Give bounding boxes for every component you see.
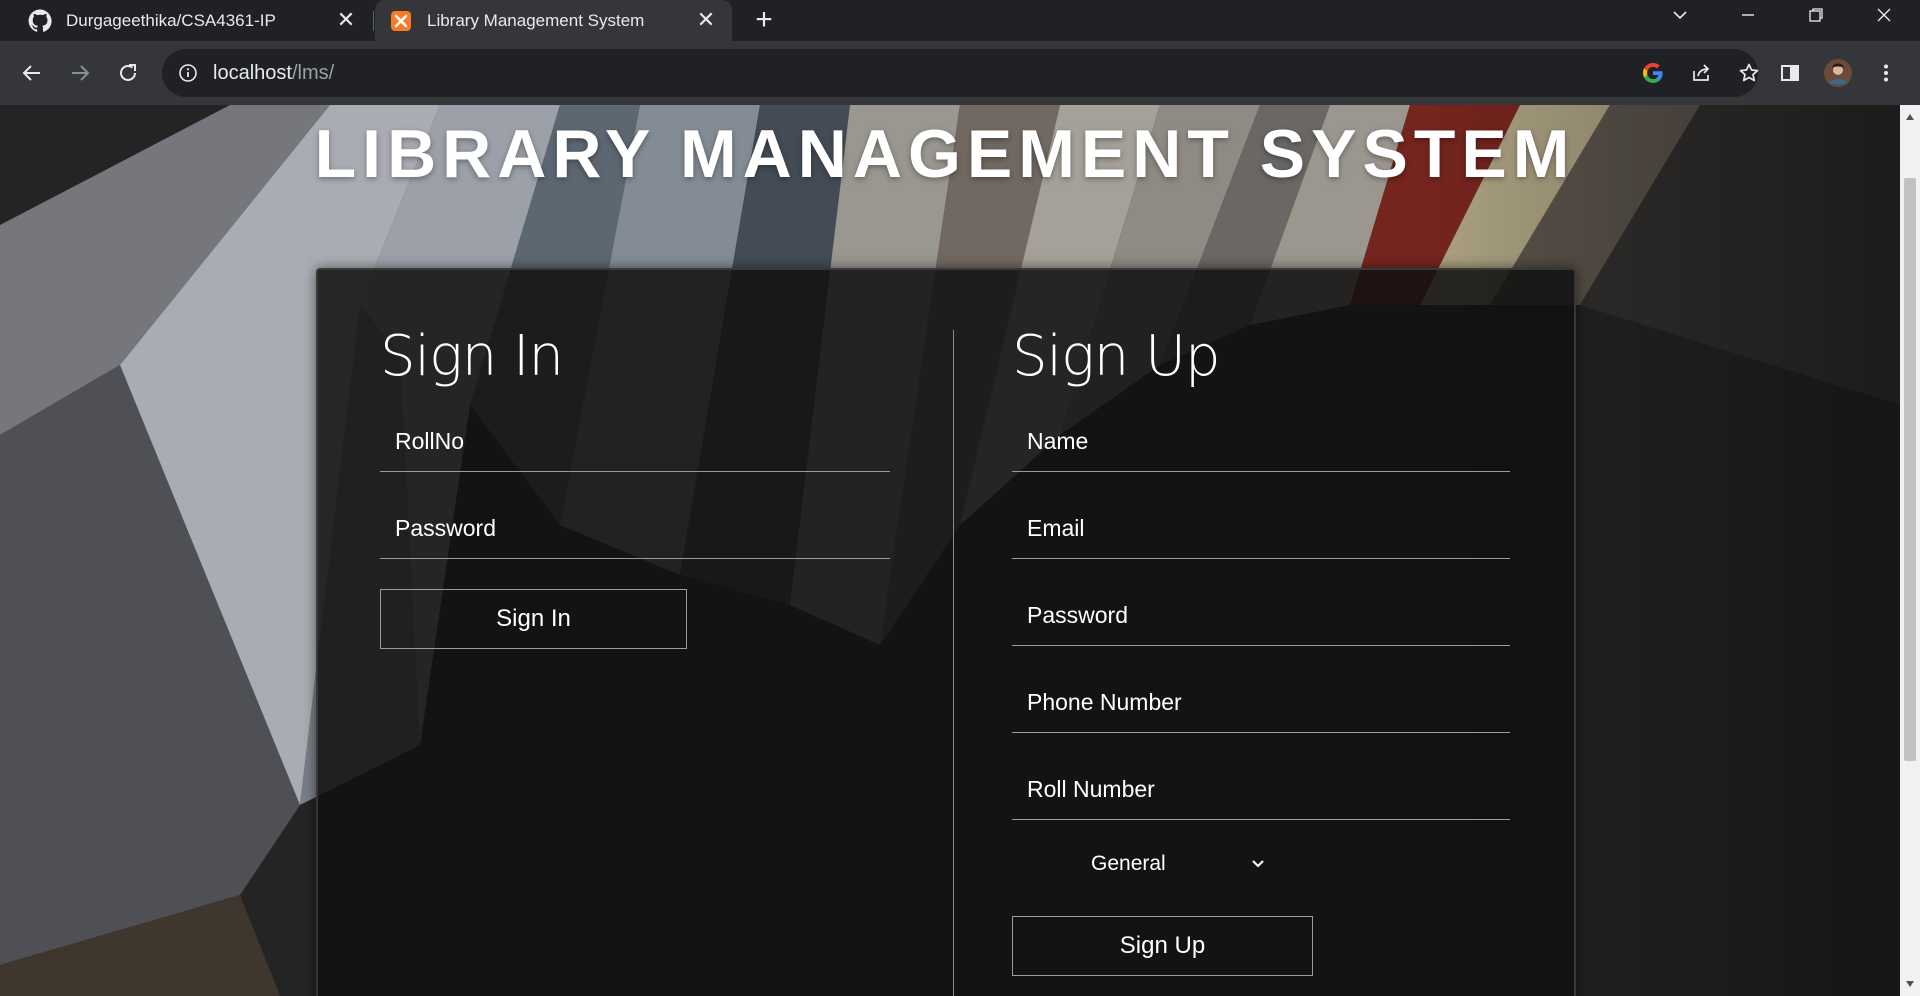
- rollno-input[interactable]: [380, 412, 890, 472]
- signin-form: Sign In Sign In: [380, 325, 890, 649]
- tab-github[interactable]: Durgageethika/CSA4361-IP ✕: [0, 0, 372, 41]
- tab-strip: Durgageethika/CSA4361-IP ✕ Library Manag…: [0, 0, 1920, 41]
- page-title: LIBRARY MANAGEMENT SYSTEM: [314, 116, 1576, 192]
- page-viewport: LIBRARY MANAGEMENT SYSTEM Sign In Sign I…: [0, 105, 1900, 996]
- signup-form: Sign Up General Sign Up: [1012, 325, 1510, 976]
- email-input[interactable]: [1012, 499, 1510, 559]
- roll-number-input[interactable]: [1012, 760, 1510, 820]
- restore-icon[interactable]: [1786, 0, 1846, 32]
- chevron-down-icon: [1246, 852, 1270, 876]
- signin-password-input[interactable]: [380, 499, 890, 559]
- signup-password-input[interactable]: [1012, 586, 1510, 646]
- minimize-icon[interactable]: [1718, 0, 1778, 32]
- close-window-icon[interactable]: [1854, 0, 1914, 32]
- scroll-down-arrow-icon[interactable]: [1900, 974, 1920, 994]
- side-panel-icon[interactable]: [1772, 55, 1808, 91]
- forward-icon[interactable]: [62, 55, 98, 91]
- tab-search-icon[interactable]: [1650, 0, 1710, 32]
- share-icon[interactable]: [1683, 55, 1719, 91]
- column-divider: [953, 330, 954, 996]
- close-tab-icon[interactable]: ✕: [334, 8, 358, 32]
- xampp-icon: [389, 9, 413, 33]
- close-tab-icon[interactable]: ✕: [694, 8, 718, 32]
- auth-panel: Sign In Sign In Sign Up General Sign Up: [316, 268, 1576, 996]
- signup-heading: Sign Up: [1012, 324, 1221, 389]
- back-icon[interactable]: [14, 55, 50, 91]
- signup-button[interactable]: Sign Up: [1012, 916, 1313, 976]
- browser-toolbar: localhost/lms/: [0, 41, 1920, 105]
- url-path: /lms/: [291, 62, 335, 84]
- scroll-up-arrow-icon[interactable]: [1900, 107, 1920, 127]
- github-icon: [28, 9, 52, 33]
- scrollbar-thumb[interactable]: [1904, 178, 1916, 761]
- tab-separator: [373, 11, 374, 31]
- menu-kebab-icon[interactable]: [1868, 55, 1904, 91]
- avatar[interactable]: [1820, 55, 1856, 91]
- address-bar[interactable]: localhost/lms/: [162, 49, 1759, 97]
- tab-title: Durgageethika/CSA4361-IP: [66, 10, 276, 30]
- reload-icon[interactable]: [110, 55, 146, 91]
- tab-title: Library Management System: [427, 10, 645, 30]
- url-host: localhost: [213, 62, 292, 84]
- url-text: localhost/lms/: [213, 61, 334, 85]
- signin-heading: Sign In: [380, 324, 564, 389]
- google-icon[interactable]: [1635, 55, 1671, 91]
- signin-button[interactable]: Sign In: [380, 589, 687, 649]
- tab-library-management[interactable]: Library Management System ✕: [375, 0, 732, 41]
- site-info-icon[interactable]: [176, 61, 200, 85]
- category-select[interactable]: General: [1012, 834, 1313, 894]
- page-scrollbar[interactable]: [1900, 105, 1920, 996]
- category-selected-value: General: [1091, 852, 1166, 875]
- name-input[interactable]: [1012, 412, 1510, 472]
- new-tab-button[interactable]: +: [748, 4, 780, 36]
- phone-number-input[interactable]: [1012, 673, 1510, 733]
- bookmark-star-icon[interactable]: [1731, 55, 1767, 91]
